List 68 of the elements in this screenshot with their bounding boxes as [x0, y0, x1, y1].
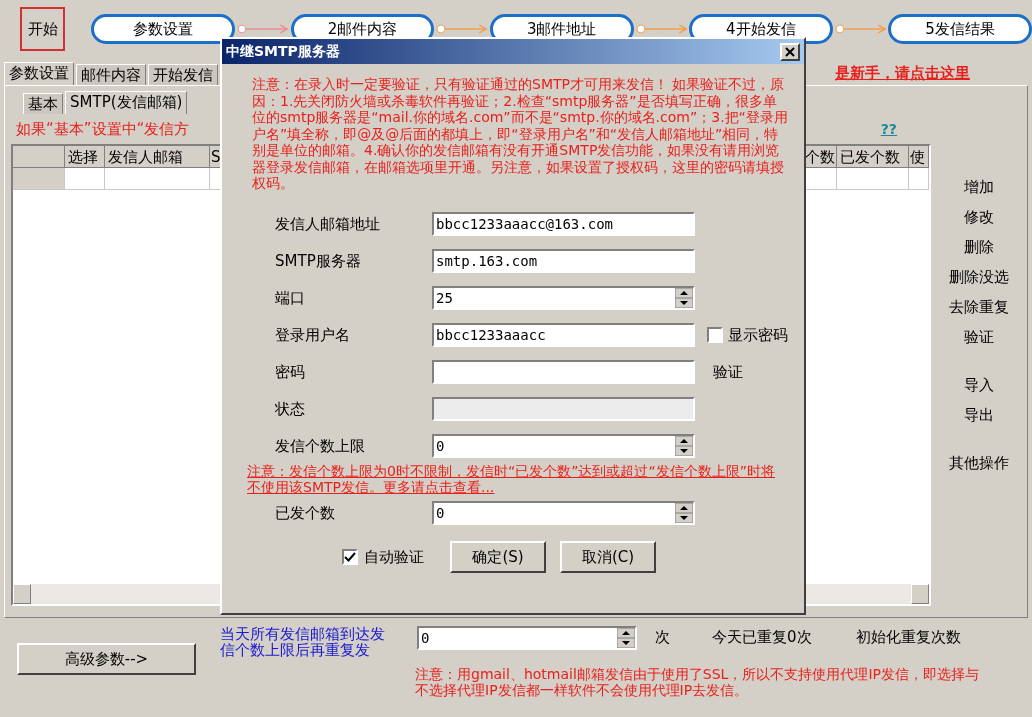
field-label: 密码	[274, 362, 306, 381]
field-label: 端口	[274, 288, 306, 307]
input-field[interactable]: bbcc1233aaacc@163.com	[432, 211, 695, 236]
connector-arrow	[237, 22, 289, 36]
spin-field[interactable]: 0	[432, 433, 695, 458]
dialog-button[interactable]: 确定(S)	[450, 540, 546, 573]
window-title: 中继SMTP服务器	[226, 43, 340, 60]
checkbox-label: 自动验证	[364, 547, 424, 566]
action-button[interactable]: 去除重复	[949, 292, 1009, 322]
checkbox[interactable]	[707, 326, 723, 343]
table-cell	[909, 168, 929, 190]
field-label: 登录用户名	[274, 325, 351, 344]
repeat-label: 当天所有发信邮箱到达发信个数上限后再重复发	[220, 626, 386, 658]
field-label: SMTP服务器	[274, 251, 362, 270]
tab[interactable]: 参数设置	[4, 62, 74, 85]
tab[interactable]: 基本	[23, 93, 63, 114]
action-button[interactable]: 增加	[964, 172, 994, 202]
checkbox[interactable]	[342, 548, 358, 565]
connector-arrow	[436, 22, 488, 36]
spin-field[interactable]: 25	[432, 285, 695, 310]
table-cell	[837, 168, 909, 190]
field-label: 已发个数	[274, 503, 336, 522]
input-field[interactable]: bbcc1233aaacc	[432, 322, 695, 347]
action-button[interactable]: 导出	[964, 400, 994, 430]
action-button[interactable]: 删除	[964, 232, 994, 262]
proxy-note: 注意：用gmail、hotmail邮箱发信由于使用了SSL，所以不支持使用代理IP发信，即选择与不选择代理IP发信都一样软件不会使用代理IP去发信。	[415, 666, 980, 698]
table-cell	[65, 168, 105, 190]
spin-arrows-icon	[675, 435, 693, 456]
close-icon	[785, 46, 795, 57]
connector-arrow	[834, 22, 887, 36]
tab[interactable]: 开始发信	[148, 64, 218, 85]
spin-arrows-icon	[675, 502, 693, 523]
tab[interactable]: SMTP(发信邮箱)	[65, 91, 188, 114]
spin-arrows-icon	[617, 628, 635, 648]
action-button[interactable]: 删除没选	[949, 262, 1009, 292]
reset-button[interactable]: 初始化重复次数	[855, 622, 961, 652]
action-button[interactable]: 其他操作	[949, 448, 1009, 478]
field-label: 状态	[274, 399, 306, 418]
close-button[interactable]	[780, 42, 800, 61]
step-node[interactable]: 5发信结果	[888, 14, 1032, 44]
spin-arrows-icon	[675, 287, 693, 308]
dialog-button[interactable]: 取消(C)	[560, 540, 656, 573]
tab[interactable]: 邮件内容	[76, 64, 146, 85]
advanced-button[interactable]: 高级参数-->	[17, 643, 196, 675]
notice-text: 注意：在录入时一定要验证，只有验证通过的SMTP才可用来发信！ 如果验证不过，原因：1.先关闭防火墙或杀毒软件再验证；2.检查“smtp服务器”是否填写正确，很多单位的smtp服务器是“mail.你的域名.com”而不是“smtp.你的域名.com”；3.把“登录用户名”填全称，即@及@后面的都填上，即“登录用户名”和“发信人邮箱地址”相同，特别是单位的邮箱。4.确认你的发信邮箱有没有开通SMTP发信功能，如果没有请用浏览器登录发信邮箱，在邮箱选项里开通。另注意，如果设置了授权码，这里的密码请填授权码。	[252, 76, 789, 192]
hint-text: 如果“基本”设置中“发信方	[16, 120, 190, 138]
spin-field[interactable]: 0	[417, 626, 637, 650]
input-field[interactable]	[432, 396, 695, 421]
column-header[interactable]: 选择	[65, 146, 105, 168]
start-button[interactable]: 开始	[20, 7, 66, 51]
action-button[interactable]: 修改	[964, 202, 994, 232]
field-label: 发信人邮箱地址	[274, 214, 381, 233]
step-node[interactable]: 参数设置	[91, 14, 236, 44]
column-header[interactable]: 发信人邮箱	[105, 146, 210, 168]
spin-field[interactable]: 0	[432, 500, 695, 525]
field-label: 发信个数上限	[274, 436, 366, 455]
verify-link[interactable]: 验证	[713, 362, 743, 381]
checkbox-label: 显示密码	[728, 325, 788, 344]
input-field[interactable]	[432, 359, 695, 384]
connector-arrow	[635, 22, 687, 36]
column-header[interactable]: 使	[909, 146, 929, 168]
input-field[interactable]: smtp.163.com	[432, 248, 695, 273]
repeat-count: 今天已重复0次	[712, 628, 812, 646]
unit-label: 次	[655, 628, 670, 646]
column-header[interactable]: 已发个数	[837, 146, 909, 168]
action-button[interactable]: 验证	[964, 322, 994, 352]
action-button[interactable]: 导入	[964, 370, 994, 400]
row-header-cell	[13, 168, 65, 190]
